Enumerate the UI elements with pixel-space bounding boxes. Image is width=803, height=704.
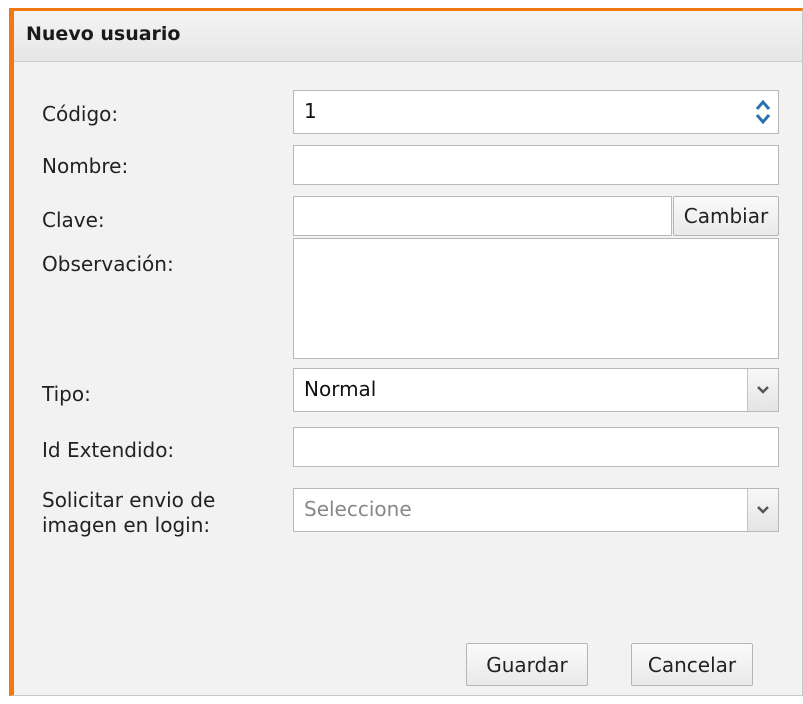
observacion-textarea[interactable]: [293, 238, 779, 359]
solicitar-label-line1: Solicitar envio de: [42, 488, 216, 512]
solicitar-select[interactable]: Seleccione: [293, 488, 779, 532]
dialog-title: Nuevo usuario: [26, 23, 181, 45]
spin-down-icon[interactable]: [754, 112, 772, 126]
codigo-value: 1: [304, 99, 317, 123]
nombre-input[interactable]: [293, 145, 779, 185]
observacion-label: Observación:: [42, 252, 174, 276]
cancelar-button[interactable]: Cancelar: [631, 643, 753, 686]
clave-input[interactable]: [293, 196, 672, 236]
solicitar-placeholder: Seleccione: [304, 497, 412, 521]
codigo-label: Código:: [42, 102, 119, 126]
solicitar-dropdown-button[interactable]: [747, 489, 778, 531]
codigo-spinner-input[interactable]: 1: [293, 90, 779, 134]
id-extendido-input[interactable]: [293, 427, 779, 467]
tipo-label: Tipo:: [42, 382, 91, 406]
id-extendido-label: Id Extendido:: [42, 438, 175, 462]
dialog-body: Código: 1 Nombre: Clave: Cambiar Observa…: [14, 62, 802, 695]
dialog-titlebar[interactable]: Nuevo usuario: [14, 11, 802, 62]
guardar-button[interactable]: Guardar: [466, 643, 588, 686]
chevron-down-icon: [757, 386, 769, 394]
chevron-down-icon: [757, 506, 769, 514]
user-dialog: Nuevo usuario Código: 1 Nombre: Clave: C…: [9, 8, 803, 696]
clave-label: Clave:: [42, 208, 105, 232]
solicitar-label-line2: imagen en login:: [42, 513, 211, 537]
nombre-label: Nombre:: [42, 154, 129, 178]
tipo-value: Normal: [304, 377, 377, 401]
tipo-dropdown-button[interactable]: [747, 369, 778, 411]
cambiar-button[interactable]: Cambiar: [673, 196, 779, 236]
codigo-spinner: [750, 93, 776, 131]
spin-up-icon[interactable]: [754, 98, 772, 112]
tipo-select[interactable]: Normal: [293, 368, 779, 412]
